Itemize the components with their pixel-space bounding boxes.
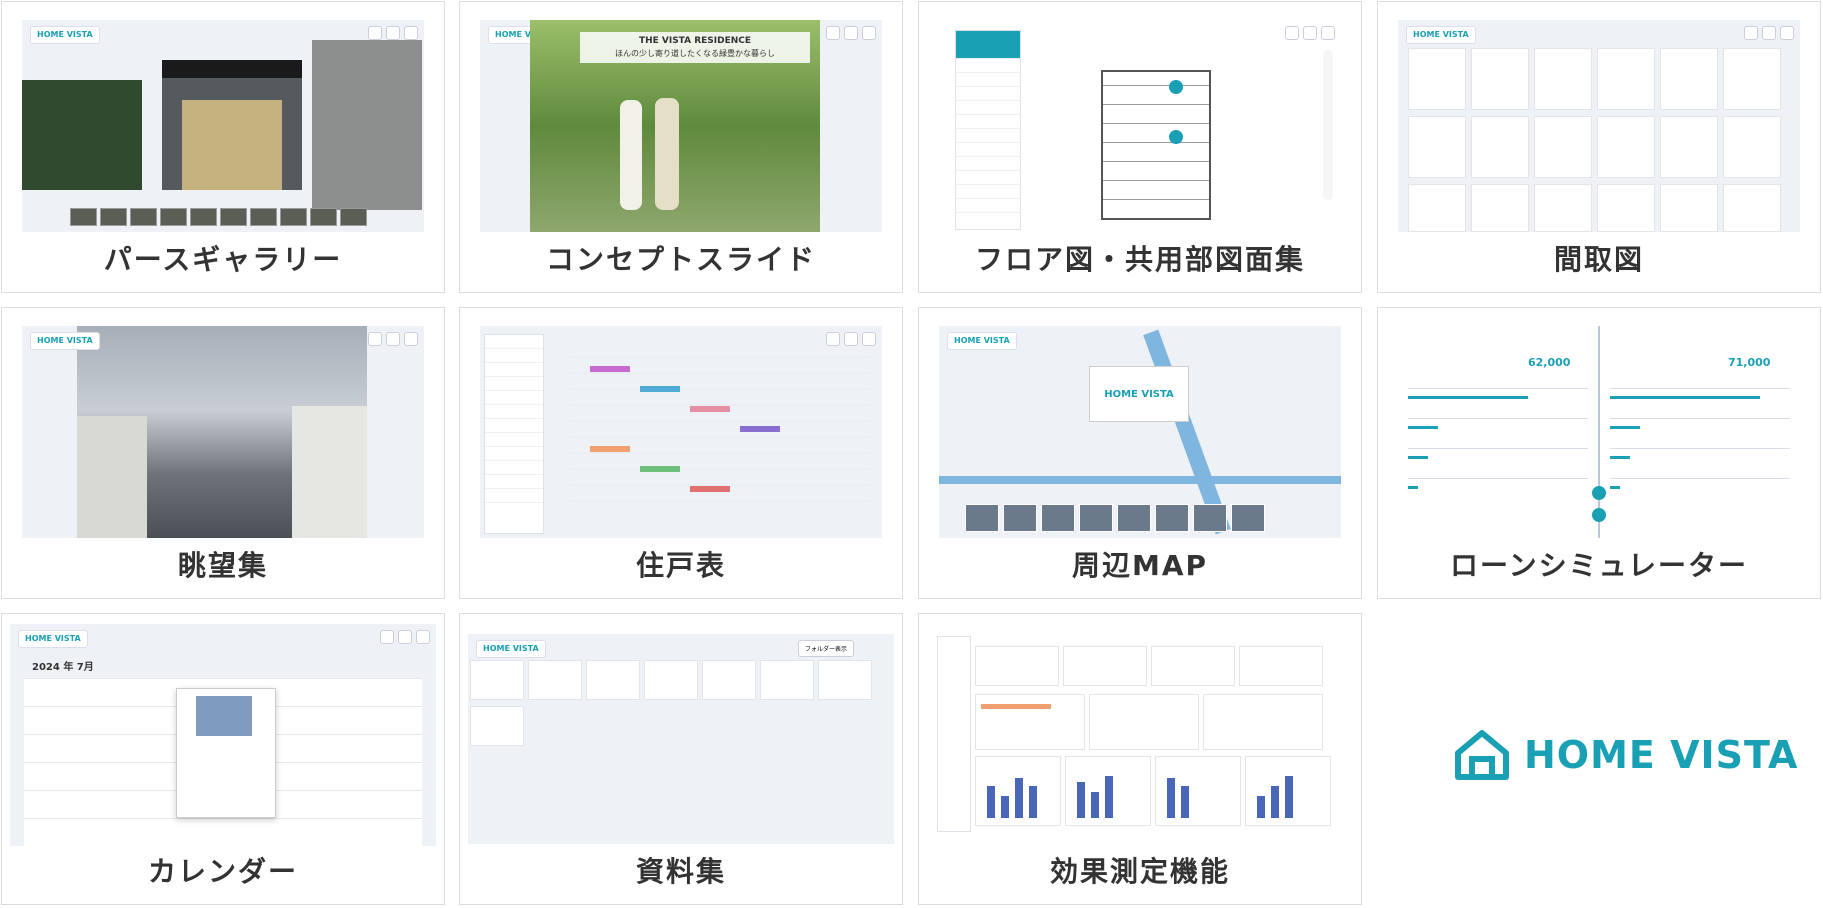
home-vista-logo: HOME VISTA xyxy=(476,640,546,658)
card-loan-simulator[interactable]: 62,000 71,000 ローンシミュレーター xyxy=(1377,307,1821,599)
card-caption: ローンシミュレーター xyxy=(1449,549,1749,582)
card-calendar[interactable]: HOME VISTA 2024 年 7月 カレンダー xyxy=(1,613,445,905)
home-vista-logo: HOME VISTA xyxy=(947,332,1017,350)
brand-name: HOME VISTA xyxy=(1524,733,1799,777)
card-perspective-gallery[interactable]: HOME VISTA パースギャラリー xyxy=(1,1,445,293)
card-caption: コンセプトスライド xyxy=(545,243,816,276)
card-area-map[interactable]: HOME VISTA HOME VISTA 周辺MAP xyxy=(918,307,1362,599)
card-unit-table[interactable]: 住戸表 xyxy=(459,307,903,599)
layout-thumbnail: HOME VISTA xyxy=(1398,20,1800,232)
thumbnail-strip xyxy=(70,208,367,226)
calendar-thumbnail: HOME VISTA 2024 年 7月 xyxy=(10,624,436,846)
home-vista-logo: HOME VISTA xyxy=(30,332,100,350)
card-caption: パースギャラリー xyxy=(103,243,343,276)
thumb-toolbar xyxy=(368,332,418,346)
perspective-thumbnail: HOME VISTA xyxy=(22,20,424,232)
documents-thumbnail: HOME VISTA フォルダー表示 xyxy=(468,634,894,844)
thumb-toolbar xyxy=(1285,26,1335,40)
card-caption: 眺望集 xyxy=(177,549,268,582)
thumb-toolbar xyxy=(826,332,876,346)
loan-thumbnail: 62,000 71,000 xyxy=(1398,326,1800,538)
card-caption: 住戸表 xyxy=(635,549,726,582)
calendar-month: 2024 年 7月 xyxy=(32,662,94,673)
home-vista-brand: HOME VISTA xyxy=(1452,727,1798,783)
analytics-sidebar xyxy=(937,636,971,832)
concept-banner: THE VISTA RESIDENCE ほんの少し寄り道したくなる緑豊かな暮らし xyxy=(580,32,810,63)
thumb-toolbar xyxy=(368,26,418,40)
card-caption: 効果測定機能 xyxy=(1049,855,1230,888)
unit-sidebar xyxy=(484,334,544,534)
home-vista-logo: HOME VISTA xyxy=(1406,26,1476,44)
card-analytics[interactable]: 効果測定機能 xyxy=(918,613,1362,905)
card-documents[interactable]: HOME VISTA フォルダー表示 資料集 xyxy=(459,613,903,905)
map-photo-strip xyxy=(965,504,1265,532)
thumb-toolbar xyxy=(380,630,430,644)
loan-amount-left: 62,000 xyxy=(1528,356,1571,369)
thumb-toolbar xyxy=(826,26,876,40)
card-caption: カレンダー xyxy=(147,855,298,888)
card-floor-layouts[interactable]: HOME VISTA 間取図 xyxy=(1377,1,1821,293)
card-concept-slide[interactable]: HOME VISTA THE VISTA RESIDENCE ほんの少し寄り道し… xyxy=(459,1,903,293)
folder-view-toggle: フォルダー表示 xyxy=(797,640,854,657)
home-vista-logo: HOME VISTA xyxy=(18,630,88,648)
thumb-toolbar xyxy=(1744,26,1794,40)
home-vista-house-icon xyxy=(1455,730,1509,780)
card-caption: 間取図 xyxy=(1553,243,1644,276)
floor-sidebar xyxy=(955,30,1021,230)
home-vista-logo: HOME VISTA xyxy=(30,26,100,44)
loan-amount-right: 71,000 xyxy=(1728,356,1771,369)
card-floor-plans[interactable]: フロア図・共用部図面集 xyxy=(918,1,1362,293)
card-views[interactable]: HOME VISTA 眺望集 xyxy=(1,307,445,599)
map-thumbnail: HOME VISTA HOME VISTA xyxy=(939,326,1341,538)
card-caption: 資料集 xyxy=(635,855,726,888)
concept-thumbnail: HOME VISTA THE VISTA RESIDENCE ほんの少し寄り道し… xyxy=(480,20,882,232)
view-thumbnail: HOME VISTA xyxy=(22,326,424,538)
map-logo-popup: HOME VISTA xyxy=(1089,366,1189,422)
card-caption: フロア図・共用部図面集 xyxy=(974,243,1305,276)
unit-table-thumbnail xyxy=(480,326,882,538)
floor-plan-thumbnail xyxy=(939,20,1341,232)
card-caption: 周辺MAP xyxy=(1071,549,1209,582)
analytics-thumbnail xyxy=(937,636,1341,832)
